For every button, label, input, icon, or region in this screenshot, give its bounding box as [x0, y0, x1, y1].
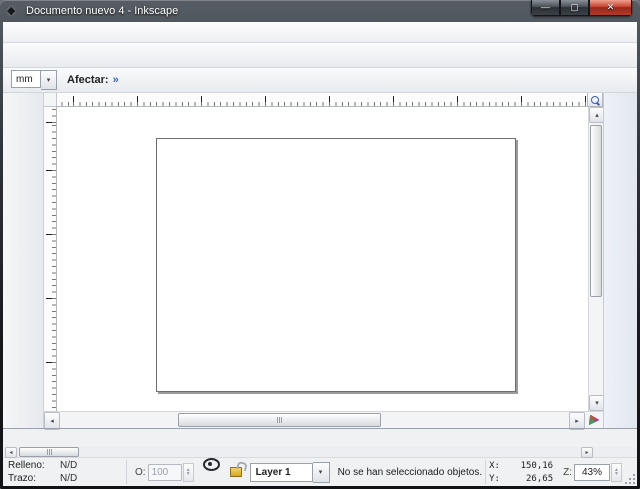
layer-lock-icon[interactable]	[230, 467, 242, 477]
vertical-scrollbar[interactable]: ▴ ▾	[588, 107, 603, 411]
status-message: No se han seleccionado objetos. Haga cli…	[335, 458, 486, 486]
window-title: Documento nuevo 4 - Inkscape	[26, 5, 178, 17]
fill-label: Relleno:	[8, 460, 60, 473]
document-page	[156, 138, 516, 392]
opacity-spinner[interactable]: ▲▼	[183, 463, 194, 482]
layer-visibility-eye-icon[interactable]	[203, 458, 220, 471]
command-toolbar	[3, 43, 637, 68]
affect-label: Afectar:	[67, 74, 109, 86]
main-area: ▴ ▾ ◂ ▸	[3, 93, 637, 428]
vertical-ruler[interactable]	[44, 107, 57, 411]
palette-scroll-track[interactable]	[79, 448, 579, 456]
horizontal-scroll-track[interactable]	[60, 412, 569, 428]
menu-bar	[3, 22, 637, 43]
magnifier-icon	[591, 96, 599, 104]
window-controls: — ▢ ✕	[531, 0, 632, 16]
color-management-toggle[interactable]	[585, 412, 603, 428]
opacity-label: O:	[135, 467, 146, 478]
x-coordinate-value: 150,16	[501, 460, 553, 473]
palette-scroll-thumb[interactable]	[19, 447, 79, 457]
horizontal-scroll-thumb[interactable]	[178, 413, 381, 427]
horizontal-scrollbar[interactable]: ◂ ▸	[44, 411, 603, 428]
y-coordinate-value: 26,65	[501, 473, 553, 486]
drawing-canvas[interactable]	[57, 107, 588, 411]
fill-value: N/D	[60, 460, 126, 473]
zoom-field[interactable]: 43%	[574, 464, 610, 481]
chevron-down-icon[interactable]: ▾	[41, 70, 57, 90]
x-coordinate-label: X:	[489, 460, 501, 473]
window-content: mm ▾ Afectar: » ▴	[3, 22, 637, 486]
palette-scroll-left-icon[interactable]: ◂	[5, 447, 17, 458]
sticky-zoom-button[interactable]	[587, 93, 603, 107]
current-layer-name: Layer 1	[250, 463, 313, 482]
toolbar-overflow-button[interactable]: »	[113, 74, 119, 86]
unit-value: mm	[11, 70, 41, 88]
resize-grip[interactable]	[625, 458, 637, 486]
ruler-corner	[44, 93, 57, 107]
fill-stroke-indicator[interactable]: Relleno: N/D Trazo: N/D	[3, 458, 126, 486]
snap-toolbar	[603, 93, 637, 428]
canvas-pane: ▴ ▾ ◂ ▸	[44, 93, 603, 428]
color-wheel-icon	[589, 415, 600, 426]
zoom-control: Z: 43% ▲▼	[556, 458, 625, 486]
horizontal-ruler[interactable]	[57, 93, 587, 107]
inkscape-logo-icon: ◆	[7, 5, 20, 18]
y-coordinate-label: Y:	[489, 473, 501, 486]
tool-controls-bar: mm ▾ Afectar: »	[3, 68, 637, 93]
cursor-coordinates: X: 150,16 Y: 26,65	[486, 458, 556, 486]
stroke-value: N/D	[60, 473, 126, 486]
opacity-control: O: 100 ▲▼	[127, 458, 198, 486]
stroke-label: Trazo:	[8, 473, 60, 486]
unit-select[interactable]: mm ▾	[11, 70, 57, 90]
tool-palette	[3, 93, 44, 428]
vertical-scroll-thumb[interactable]	[590, 125, 602, 297]
zoom-label: Z:	[563, 467, 572, 478]
zoom-spinner[interactable]: ▲▼	[611, 463, 622, 482]
close-button[interactable]: ✕	[589, 0, 632, 16]
palette-scroll-right-icon[interactable]: ▸	[581, 447, 593, 458]
palette-scrollbar[interactable]: ◂ ▸	[3, 447, 637, 458]
inkscape-window: ◆ Documento nuevo 4 - Inkscape — ▢ ✕ mm …	[0, 0, 640, 489]
status-bar: Relleno: N/D Trazo: N/D O: 100 ▲▼ Layer …	[3, 458, 637, 486]
minimize-button[interactable]: —	[531, 0, 560, 16]
canvas-row: ▴ ▾	[44, 107, 603, 411]
layer-selector[interactable]: Layer 1 ▾	[250, 458, 330, 486]
ruler-row	[44, 93, 603, 107]
opacity-field[interactable]: 100	[148, 464, 182, 481]
color-palette	[3, 428, 637, 447]
chevron-down-icon[interactable]: ▾	[313, 462, 330, 483]
maximize-button[interactable]: ▢	[560, 0, 589, 16]
title-bar[interactable]: ◆ Documento nuevo 4 - Inkscape — ▢ ✕	[0, 0, 640, 22]
